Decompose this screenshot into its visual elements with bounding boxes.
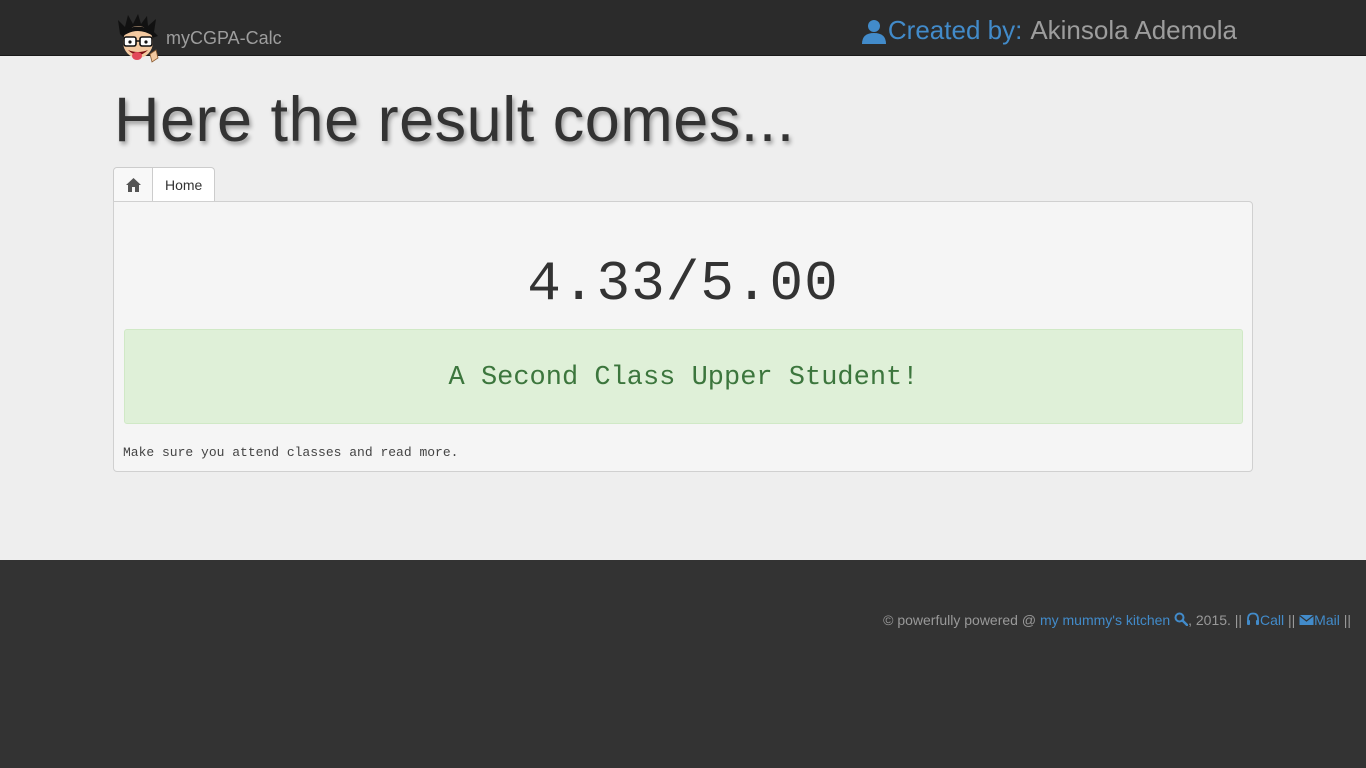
headphones-icon [1246,612,1259,625]
creator-info: Created by: Akinsola Ademola [861,15,1237,46]
breadcrumb-home-button[interactable] [114,168,153,202]
brand-name: myCGPA-Calc [166,28,282,48]
call-label: Call [1259,612,1285,628]
creator-label: Created by: [887,15,1023,45]
kitchen-link[interactable]: my mummy's kitchen [1039,612,1189,628]
top-navbar: myCGPA-Calc Created by: Akinsola Ademola [0,0,1366,63]
footer-prefix: © powerfully powered @ [883,612,1040,628]
user-icon [861,19,886,44]
advice-text: Make sure you attend classes and read mo… [123,445,459,460]
page-title: Here the result comes... [114,85,795,155]
footer-year: , 2015. || [1188,612,1246,628]
footer-separator: || [1284,612,1300,628]
mail-label: Mail [1314,612,1340,628]
avatar [118,14,159,63]
footer-suffix: || [1339,612,1351,628]
breadcrumb: Home [113,167,216,202]
classification-alert: A Second Class Upper Student! [124,329,1243,424]
footer-credits: © powerfully powered @ my mummy's kitche… [883,612,1351,628]
creator-name: Akinsola Ademola [1030,15,1237,45]
breadcrumb-home-label[interactable]: Home [153,168,214,201]
kitchen-link-label: my mummy's kitchen [1039,612,1171,628]
envelope-icon [1299,615,1315,625]
cgpa-score: 4.33/5.00 [527,252,839,316]
classification-text: A Second Class Upper Student! [448,363,919,393]
search-icon [1174,612,1189,626]
home-icon [125,178,141,192]
result-panel: 4.33/5.00 A Second Class Upper Student! … [113,201,1253,472]
footer: © powerfully powered @ my mummy's kitche… [0,560,1366,768]
mail-link[interactable]: Mail [1299,612,1340,628]
call-link[interactable]: Call [1246,612,1284,628]
brand-link[interactable]: myCGPA-Calc [116,14,282,64]
